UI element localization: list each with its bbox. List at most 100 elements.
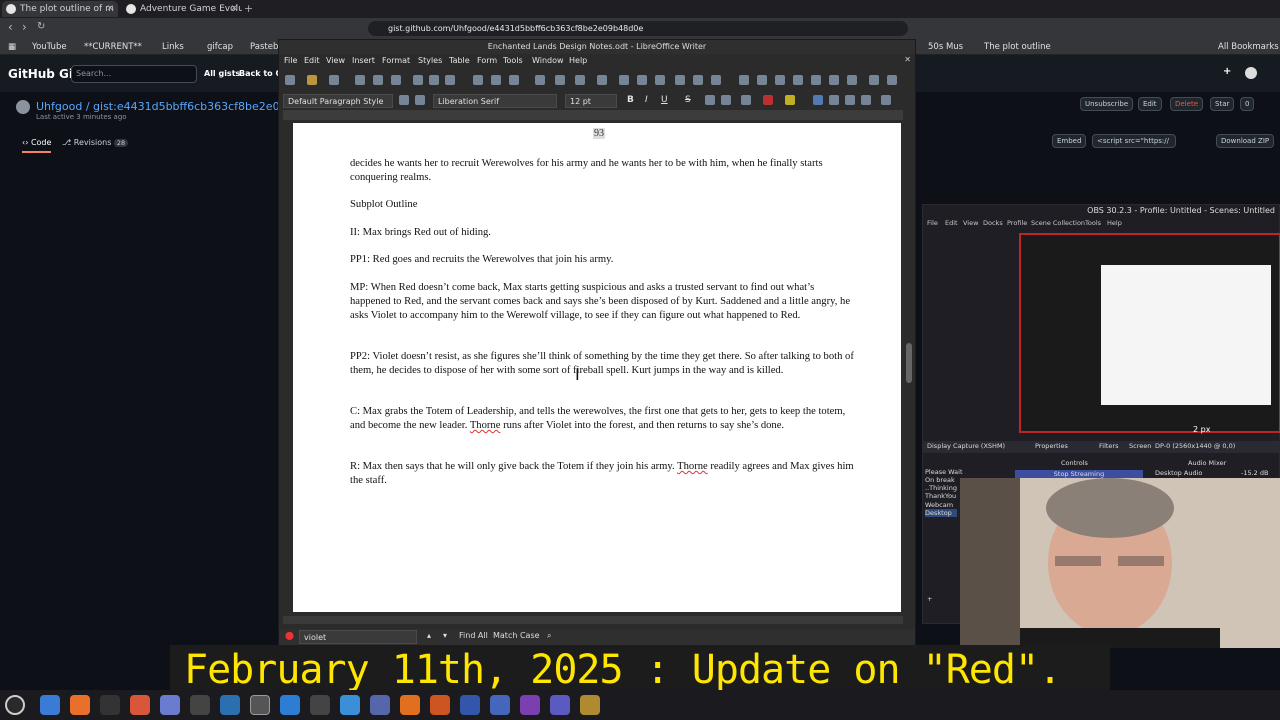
horizontal-scrollbar[interactable]: [283, 616, 903, 624]
avatar[interactable]: [1245, 67, 1257, 79]
scroll-thumb[interactable]: [906, 343, 912, 383]
paragraph-heading[interactable]: Subplot Outline: [350, 198, 855, 212]
justify-icon[interactable]: [861, 95, 871, 105]
strikethrough-button[interactable]: S: [685, 95, 691, 105]
bookmark-plot-outline[interactable]: The plot outline: [984, 40, 1051, 54]
paragraph[interactable]: MP: When Red doesn’t come back, Max star…: [350, 281, 855, 322]
menu-format[interactable]: Format: [382, 56, 410, 65]
ruler[interactable]: [283, 110, 903, 120]
tab-adventure-game[interactable]: Adventure Game Evoluti ✕: [122, 1, 242, 17]
scene-item-selected[interactable]: Desktop: [925, 509, 957, 517]
bookmark-links[interactable]: Links: [162, 40, 184, 54]
menu-window[interactable]: Window: [532, 56, 564, 65]
app-icon[interactable]: [580, 695, 600, 715]
tab-code[interactable]: ‹› Code: [22, 138, 52, 153]
cut-icon[interactable]: [413, 75, 423, 85]
track-changes-icon[interactable]: [847, 75, 857, 85]
find-input[interactable]: violet: [299, 630, 417, 644]
menu-insert[interactable]: Insert: [352, 56, 375, 65]
scene-item[interactable]: ThankYou: [925, 492, 956, 500]
paste-icon[interactable]: [445, 75, 455, 85]
find-previous-icon[interactable]: ▴: [427, 631, 431, 640]
app-icon[interactable]: [190, 695, 210, 715]
superscript-icon[interactable]: [705, 95, 715, 105]
app-icon[interactable]: [220, 695, 240, 715]
terminal-icon[interactable]: [100, 695, 120, 715]
new-tab-button[interactable]: +: [244, 1, 256, 17]
paragraph[interactable]: R: Max then says that he will only give …: [350, 460, 855, 488]
obs-menu-scene-collection[interactable]: Scene Collection: [1031, 219, 1085, 227]
app-icon[interactable]: [370, 695, 390, 715]
menu-tools[interactable]: Tools: [503, 56, 523, 65]
new-style-icon[interactable]: [415, 95, 425, 105]
save-icon[interactable]: [329, 75, 339, 85]
misspelled-word[interactable]: Thorne: [677, 461, 708, 472]
obs-menu-file[interactable]: File: [927, 219, 938, 227]
undo-icon[interactable]: [491, 75, 501, 85]
shapes-icon[interactable]: [887, 75, 897, 85]
copy-icon[interactable]: [429, 75, 439, 85]
all-bookmarks[interactable]: All Bookmarks: [1218, 40, 1279, 54]
owner-link[interactable]: Uhfgood: [36, 100, 82, 113]
bookmark-youtube[interactable]: YouTube: [32, 40, 67, 54]
back-icon[interactable]: ‹: [8, 20, 13, 34]
find-next-icon[interactable]: ▾: [443, 631, 447, 640]
find-all-button[interactable]: Find All: [459, 631, 488, 640]
highlight-icon[interactable]: [785, 95, 795, 105]
scene-item[interactable]: Please Wait: [925, 468, 963, 476]
align-left-icon[interactable]: [813, 95, 823, 105]
app-icon[interactable]: [340, 695, 360, 715]
obs-menu-tools[interactable]: Tools: [1085, 219, 1101, 227]
redo-icon[interactable]: [509, 75, 519, 85]
app-icon[interactable]: [310, 695, 330, 715]
paragraph[interactable]: decides he wants her to recruit Werewolv…: [350, 157, 855, 185]
embed-code-field[interactable]: <script src="https://: [1092, 134, 1176, 148]
endnote-icon[interactable]: [775, 75, 785, 85]
menu-form[interactable]: Form: [477, 56, 497, 65]
bookmark-pastebin[interactable]: Pastebi: [250, 40, 281, 54]
app-icon[interactable]: [280, 695, 300, 715]
cross-reference-icon[interactable]: [811, 75, 821, 85]
menu-help[interactable]: Help: [569, 56, 587, 65]
plus-icon[interactable]: +: [1223, 66, 1231, 77]
paragraph[interactable]: II: Max brings Red out of hiding.: [350, 226, 855, 240]
line-icon[interactable]: [869, 75, 879, 85]
obs-menu-help[interactable]: Help: [1107, 219, 1122, 227]
paragraph[interactable]: C: Max grabs the Totem of Leadership, an…: [350, 405, 855, 433]
edit-button[interactable]: Edit: [1138, 97, 1162, 111]
star-button[interactable]: Star: [1210, 97, 1235, 111]
field-icon[interactable]: [693, 75, 703, 85]
open-icon[interactable]: [307, 75, 317, 85]
app-icon[interactable]: [550, 695, 570, 715]
menu-table[interactable]: Table: [449, 56, 470, 65]
app-icon[interactable]: [160, 695, 180, 715]
paragraph[interactable]: PP2: Violet doesn’t resist, as she figur…: [350, 350, 855, 378]
new-icon[interactable]: [285, 75, 295, 85]
spelling-icon[interactable]: [555, 75, 565, 85]
app-icon[interactable]: [460, 695, 480, 715]
match-case-checkbox[interactable]: Match Case: [493, 631, 540, 640]
search-input[interactable]: Search...: [71, 65, 197, 83]
menu-view[interactable]: View: [326, 56, 345, 65]
bookmark-current[interactable]: **CURRENT**: [84, 40, 142, 54]
italic-button[interactable]: I: [645, 95, 648, 105]
obs-menu-view[interactable]: View: [963, 219, 978, 227]
print-icon[interactable]: [373, 75, 383, 85]
line-spacing-icon[interactable]: [881, 95, 891, 105]
page-break-icon[interactable]: [675, 75, 685, 85]
obs-menu-edit[interactable]: Edit: [945, 219, 958, 227]
bookmark-gifcap[interactable]: gifcap: [207, 40, 233, 54]
embed-select[interactable]: Embed: [1052, 134, 1087, 148]
document-page[interactable]: 93 decides he wants her to recruit Werew…: [293, 123, 901, 612]
menu-edit[interactable]: Edit: [304, 56, 320, 65]
owner-avatar[interactable]: [16, 100, 30, 114]
paragraph[interactable]: PP1: Red goes and recruits the Werewolve…: [350, 253, 855, 267]
hyperlink-icon[interactable]: [739, 75, 749, 85]
add-scene-icon[interactable]: +: [927, 595, 932, 603]
subscript-icon[interactable]: [721, 95, 731, 105]
tab-revisions[interactable]: ⎇ Revisions 28: [62, 138, 129, 147]
obs-menu-docks[interactable]: Docks: [983, 219, 1003, 227]
image-icon[interactable]: [619, 75, 629, 85]
find-replace-icon[interactable]: ⌕: [547, 631, 551, 641]
formatting-marks-icon[interactable]: [575, 75, 585, 85]
